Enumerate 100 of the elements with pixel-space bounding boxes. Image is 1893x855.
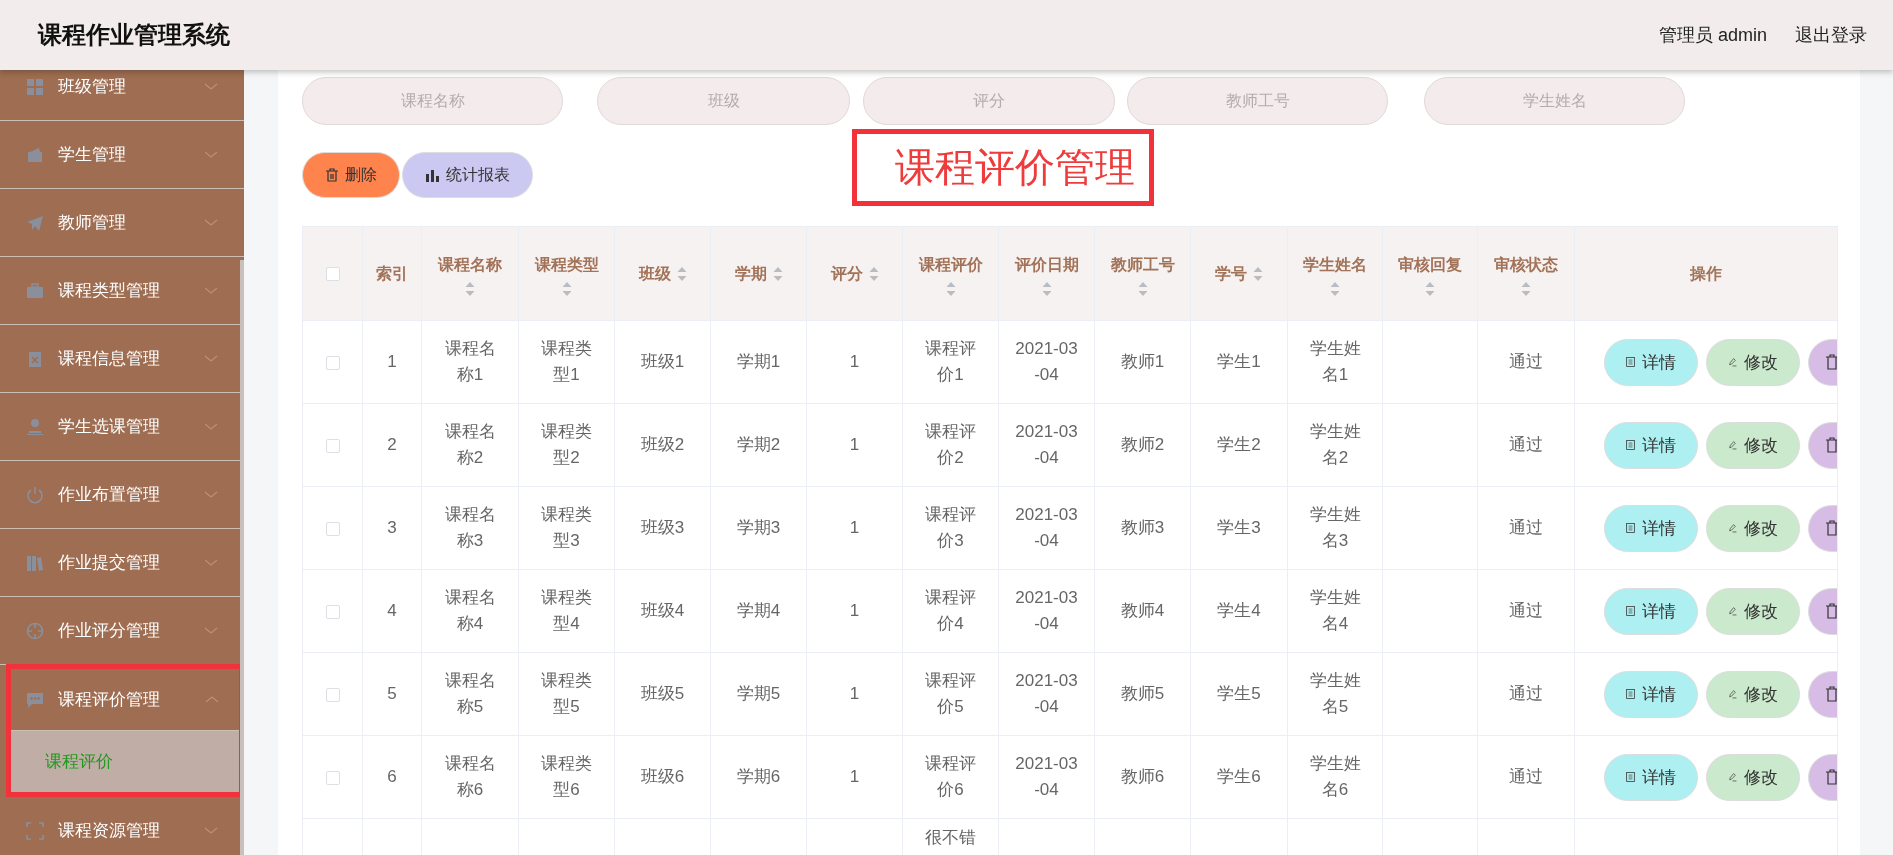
edit-button[interactable]: 修改 — [1706, 753, 1800, 801]
chevron-icon — [204, 826, 218, 835]
table-cell: 学生5 — [1217, 684, 1261, 703]
table-cell: 课程名称5 — [444, 671, 496, 716]
row-checkbox[interactable] — [325, 355, 340, 370]
column-header: 课程类型 — [534, 254, 599, 275]
table-cell: 2021-03-04 — [1015, 339, 1078, 384]
table-cell: 课程评价2 — [925, 422, 976, 467]
page-title: 课程评价管理 — [852, 129, 1154, 206]
paper-plane-icon — [26, 213, 44, 232]
document-icon — [1626, 520, 1635, 536]
clipboard-icon — [26, 349, 44, 368]
trash-icon — [1825, 354, 1837, 370]
trash-icon — [1825, 769, 1837, 785]
column-header: 班级 — [638, 263, 671, 284]
table-cell: 1 — [849, 518, 860, 537]
trash-icon — [1825, 686, 1837, 702]
table-cell: 学期2 — [736, 435, 781, 454]
chevron-icon — [204, 286, 218, 295]
select-all-checkbox[interactable] — [325, 267, 340, 282]
table-cell: 学生姓名6 — [1309, 754, 1361, 799]
table-cell: 教师5 — [1120, 684, 1165, 703]
table-cell: 学期6 — [736, 767, 781, 786]
detail-button[interactable]: 详情 — [1604, 338, 1698, 386]
edit-button[interactable]: 修改 — [1706, 504, 1800, 552]
column-header: 审核状态 — [1494, 254, 1558, 275]
table-cell: 课程评价5 — [925, 671, 976, 716]
search-field[interactable]: 评分 — [863, 77, 1115, 125]
table-cell: 课程名称4 — [444, 588, 496, 633]
table-cell: 教师4 — [1120, 601, 1165, 620]
detail-button[interactable]: 详情 — [1604, 670, 1698, 718]
sidebar-item[interactable]: 学生管理 — [0, 121, 244, 189]
document-icon — [1626, 686, 1635, 702]
table-cell: 班级3 — [640, 518, 685, 537]
table-cell: 6 — [387, 767, 397, 786]
column-header: 学期 — [734, 263, 767, 284]
table-cell: 2021-03-04 — [1015, 505, 1078, 550]
table-cell: 1 — [849, 435, 860, 454]
column-header: 课程评价 — [918, 254, 983, 275]
edit-button[interactable]: 修改 — [1706, 670, 1800, 718]
table-cell: 学生1 — [1217, 352, 1261, 371]
table-cell: 2021-03-04 — [1015, 671, 1078, 716]
edit-button[interactable]: 修改 — [1706, 338, 1800, 386]
table-cell: 学生姓名2 — [1309, 422, 1361, 467]
sort-icon — [1330, 281, 1340, 296]
table-cell: 教师3 — [1120, 518, 1165, 537]
table-cell: 教师2 — [1120, 435, 1165, 454]
sidebar-item[interactable]: 教师管理 — [0, 189, 244, 257]
sort-icon — [868, 266, 879, 281]
chevron-icon — [204, 558, 218, 567]
table-cell: 课程类型1 — [541, 339, 592, 384]
sort-icon — [1425, 281, 1435, 296]
table-cell: 1 — [849, 684, 860, 703]
table-cell: 学生姓名3 — [1309, 505, 1361, 550]
column-header: 学号 — [1215, 263, 1247, 284]
column-header: 评价日期 — [1014, 254, 1079, 275]
logout-link[interactable]: 退出登录 — [1795, 23, 1867, 47]
report-button[interactable]: 统计报表 — [402, 152, 533, 198]
row-checkbox[interactable] — [325, 687, 340, 702]
table-cell: 班级5 — [640, 684, 685, 703]
row-checkbox[interactable] — [325, 604, 340, 619]
table-cell: 2 — [387, 435, 397, 454]
row-checkbox[interactable] — [325, 438, 340, 453]
table-cell: 教师1 — [1120, 352, 1165, 371]
delete-button[interactable]: 删除 — [302, 152, 400, 198]
sort-icon — [772, 266, 783, 281]
briefcase-icon — [26, 281, 44, 300]
table-cell: 课程评价3 — [925, 505, 976, 550]
chevron-icon — [204, 490, 218, 499]
row-checkbox[interactable] — [325, 770, 340, 785]
detail-button[interactable]: 详情 — [1604, 421, 1698, 469]
wallet-icon — [26, 145, 44, 164]
table-cell: 通过 — [1509, 518, 1543, 537]
table-cell: 学生姓名1 — [1309, 339, 1361, 384]
search-field[interactable]: 学生姓名 — [1424, 77, 1685, 125]
table-cell: 课程名称1 — [444, 339, 496, 384]
table-cell: 学期5 — [736, 684, 781, 703]
sort-icon — [945, 281, 956, 296]
table-cell: 2021-03-04 — [1015, 422, 1078, 467]
table-cell: 学生姓名4 — [1309, 588, 1361, 633]
edit-button[interactable]: 修改 — [1706, 421, 1800, 469]
chevron-icon — [205, 695, 219, 704]
table-cell: 学期1 — [736, 352, 781, 371]
search-field[interactable]: 班级 — [597, 77, 850, 125]
table-cell: 学生2 — [1217, 435, 1261, 454]
trash-icon — [1825, 603, 1837, 619]
books-icon — [26, 553, 44, 572]
detail-button[interactable]: 详情 — [1604, 587, 1698, 635]
search-field[interactable]: 教师工号 — [1127, 77, 1388, 125]
detail-button[interactable]: 详情 — [1604, 504, 1698, 552]
row-checkbox[interactable] — [325, 521, 340, 536]
table-cell: 课程名称6 — [444, 754, 496, 799]
edit-button[interactable]: 修改 — [1706, 587, 1800, 635]
sidebar-item[interactable]: 班级管理 — [0, 70, 244, 121]
detail-button[interactable]: 详情 — [1604, 753, 1698, 801]
table-cell: 5 — [387, 684, 397, 703]
search-field[interactable]: 课程名称 — [302, 77, 563, 125]
table-cell: 教师6 — [1120, 767, 1165, 786]
sort-icon — [1041, 281, 1052, 296]
chevron-icon — [204, 422, 218, 431]
